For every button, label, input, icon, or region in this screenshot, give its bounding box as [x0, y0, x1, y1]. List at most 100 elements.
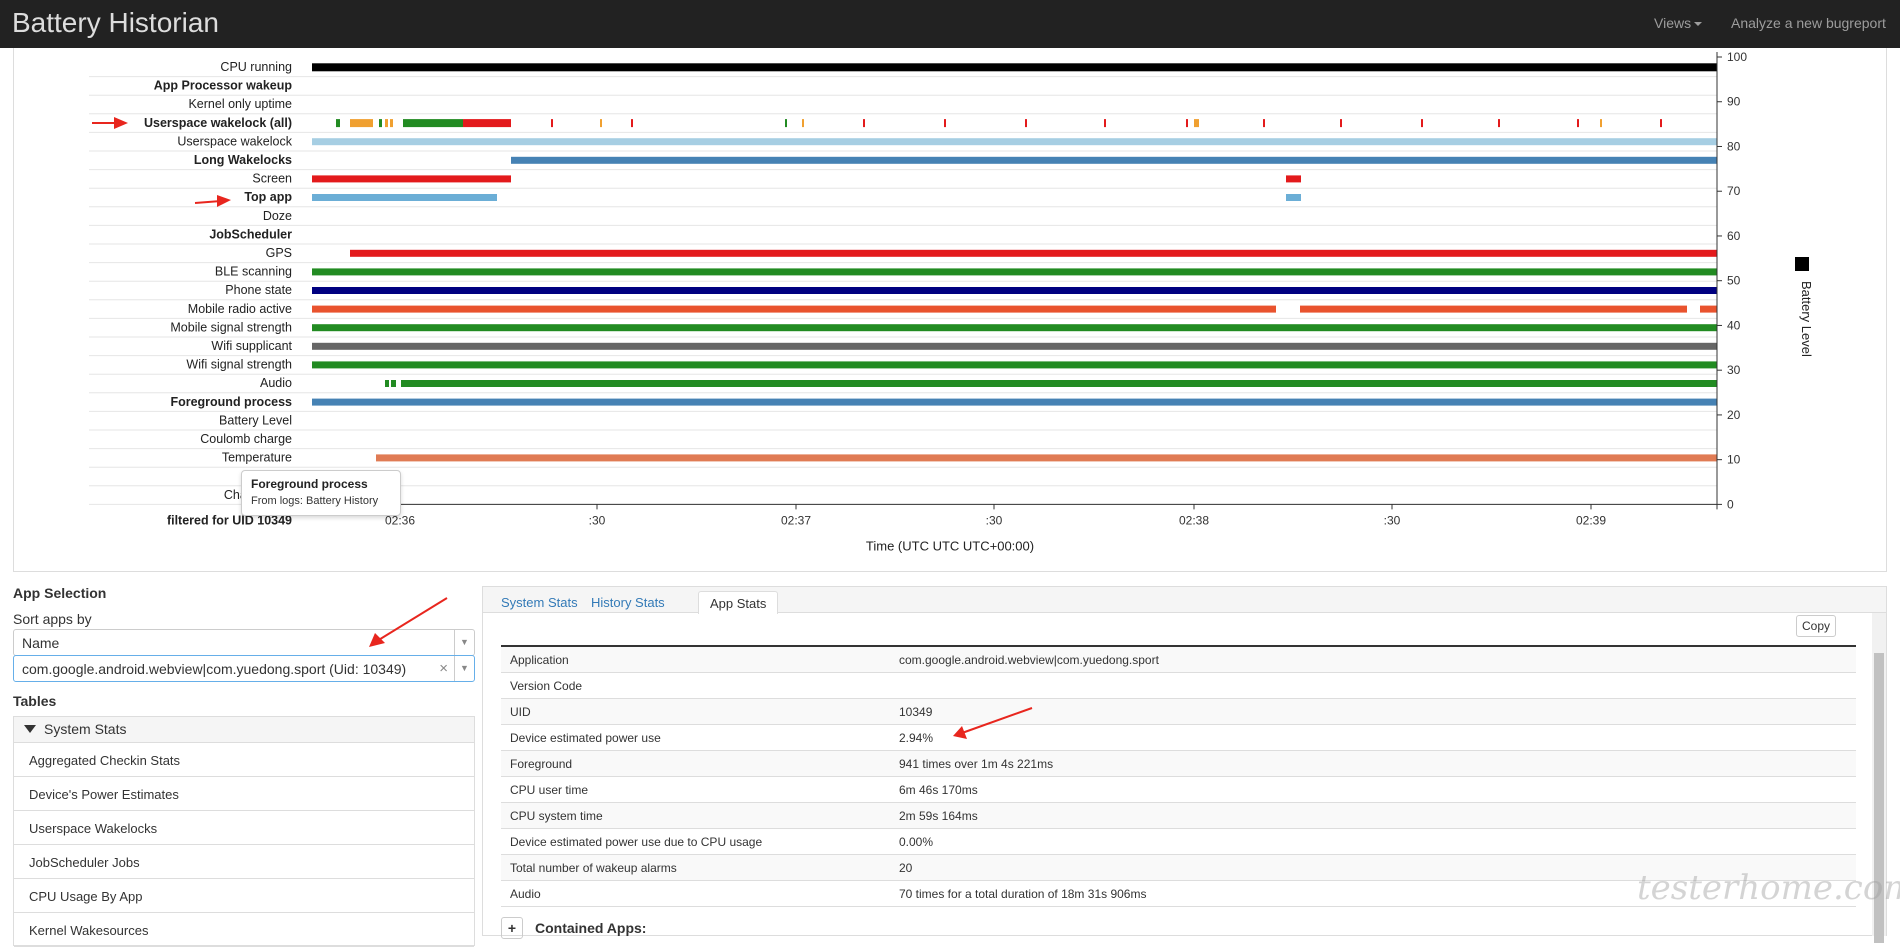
table-row: Application com.google.android.webview|co…: [501, 647, 1856, 673]
row-label: Battery Level: [219, 413, 292, 427]
wakelock-event-mark: [403, 119, 463, 128]
wakelock-event-mark: [944, 119, 946, 128]
views-dropdown[interactable]: Views: [1654, 15, 1703, 31]
stat-key: Audio: [510, 886, 541, 901]
stat-key: Foreground: [510, 756, 573, 771]
x-tick-label: 02:39: [1576, 513, 1606, 527]
row-label: Mobile radio active: [188, 302, 292, 316]
battery-y-axis-label: Battery Level: [1799, 281, 1814, 357]
stat-key: Device estimated power use: [510, 730, 661, 745]
timeline-bar: [312, 361, 1717, 369]
app-select[interactable]: com.google.android.webview|com.yuedong.s…: [13, 655, 475, 682]
table-row: Device estimated power use due to CPU us…: [501, 829, 1856, 855]
analyze-new-bugreport-link[interactable]: Analyze a new bugreport: [1731, 15, 1886, 31]
stat-key: Version Code: [510, 678, 583, 693]
timeline-bar: [312, 398, 1717, 406]
wakelock-event-mark: [463, 119, 511, 128]
x-tick-label: :30: [986, 513, 1003, 527]
stat-key: UID: [510, 704, 531, 719]
table-row: UID 10349: [501, 699, 1856, 725]
tab-system-stats[interactable]: System Stats: [490, 591, 589, 614]
stat-value: 941 times over 1m 4s 221ms: [899, 756, 1054, 771]
triangle-down-icon: [24, 725, 36, 733]
timeline-bar: [312, 305, 1276, 313]
copy-button[interactable]: Copy: [1796, 615, 1836, 637]
contained-apps-toggle[interactable]: + Contained Apps:: [501, 917, 646, 939]
row-label: BLE scanning: [215, 265, 292, 279]
timeline-bar: [312, 194, 497, 201]
watermark: testerhome.com: [1637, 868, 1900, 908]
row-label: Audio: [260, 376, 292, 390]
wakelock-event-mark: [600, 119, 602, 128]
clear-icon[interactable]: ×: [439, 660, 448, 677]
battery-y-tick-label: 100: [1727, 50, 1747, 64]
timeline-bar: [312, 324, 1717, 332]
tables-group-label: System Stats: [44, 721, 127, 737]
caret-down-icon: [1694, 22, 1703, 27]
tables-group-system-stats[interactable]: System Stats: [14, 717, 474, 743]
x-axis-label: Time (UTC UTC UTC+00:00): [866, 538, 1034, 553]
stat-value: 6m 46s 170ms: [899, 782, 978, 797]
timeline-bar: [376, 454, 914, 462]
battery-y-tick-label: 30: [1727, 363, 1741, 377]
battery-y-tick-label: 0: [1727, 497, 1734, 511]
battery-y-tick-label: 10: [1727, 453, 1741, 467]
plus-icon[interactable]: +: [501, 917, 523, 939]
table-link-kernel-wakesources[interactable]: Kernel Wakesources: [14, 913, 474, 947]
timeline-bar: [312, 63, 1717, 72]
annotation-arrow-icon: [92, 117, 128, 129]
wakelock-event-mark: [1104, 119, 1106, 128]
row-label: Kernel only uptime: [188, 97, 292, 111]
top-navbar: Battery Historian Views Analyze a new bu…: [0, 0, 1900, 48]
timeline-bar: [401, 380, 1717, 387]
timeline-bar: [385, 380, 389, 387]
timeline-bar: [1300, 305, 1687, 313]
row-label: Userspace wakelock (all): [144, 116, 292, 130]
wakelock-event-mark: [390, 119, 393, 128]
table-row: Foreground 941 times over 1m 4s 221ms: [501, 751, 1856, 777]
wakelock-event-mark: [1340, 119, 1342, 128]
row-label: Screen: [252, 172, 292, 186]
timeline-bar: [1286, 175, 1301, 183]
sort-apps-value: Name: [22, 635, 60, 651]
wakelock-event-mark: [1194, 119, 1199, 128]
app-title[interactable]: Battery Historian: [12, 7, 219, 39]
timeline-tooltip: Foreground process From logs: Battery Hi…: [241, 470, 401, 516]
stat-value: 0.00%: [899, 834, 934, 849]
timeline-panel: CPU running App Processor wakeup Kernel on…: [13, 48, 1887, 572]
stat-key: Application: [510, 652, 569, 667]
row-label: Wifi signal strength: [186, 358, 292, 372]
tab-history-stats[interactable]: History Stats: [580, 591, 676, 614]
table-row: CPU user time 6m 46s 170ms: [501, 777, 1856, 803]
table-link-userspace-wakelocks[interactable]: Userspace Wakelocks: [14, 811, 474, 845]
battery-y-tick-label: 80: [1727, 139, 1741, 153]
tab-app-stats[interactable]: App Stats: [698, 591, 779, 614]
table-link-jobscheduler-jobs[interactable]: JobScheduler Jobs: [14, 845, 474, 879]
table-link-aggregated-checkin-stats[interactable]: Aggregated Checkin Stats: [14, 743, 474, 777]
wakelock-event-mark: [379, 119, 382, 128]
timeline-bar: [312, 268, 1717, 276]
row-label: JobScheduler: [209, 227, 292, 241]
wakelock-event-mark: [1186, 119, 1188, 128]
row-label: Doze: [263, 209, 292, 223]
wakelock-event-mark: [1498, 119, 1500, 128]
table-link-cpu-usage-by-app[interactable]: CPU Usage By App: [14, 879, 474, 913]
chevron-down-icon[interactable]: ▼: [454, 656, 474, 681]
wakelock-event-mark: [1263, 119, 1265, 128]
tables-heading: Tables: [13, 693, 57, 709]
chevron-down-icon[interactable]: ▼: [454, 630, 474, 655]
wakelock-event-mark: [385, 119, 388, 128]
table-row: CPU system time 2m 59s 164ms: [501, 803, 1856, 829]
timeline-bar: [1700, 305, 1717, 313]
tooltip-subtitle: From logs: Battery History: [251, 495, 379, 507]
tables-list: System Stats Aggregated Checkin Stats De…: [13, 716, 475, 947]
row-label: Phone state: [225, 283, 292, 297]
battery-y-tick-label: 60: [1727, 229, 1741, 243]
row-label: Foreground process: [170, 395, 292, 409]
x-tick-label: 02:37: [781, 513, 811, 527]
stat-value: 2.94%: [899, 730, 934, 745]
annotation-arrow-icon: [369, 597, 448, 647]
tab-bar: System Stats History Stats App Stats: [483, 587, 1886, 614]
table-link-device-power-estimates[interactable]: Device's Power Estimates: [14, 777, 474, 811]
stat-value: 10349: [899, 704, 933, 719]
